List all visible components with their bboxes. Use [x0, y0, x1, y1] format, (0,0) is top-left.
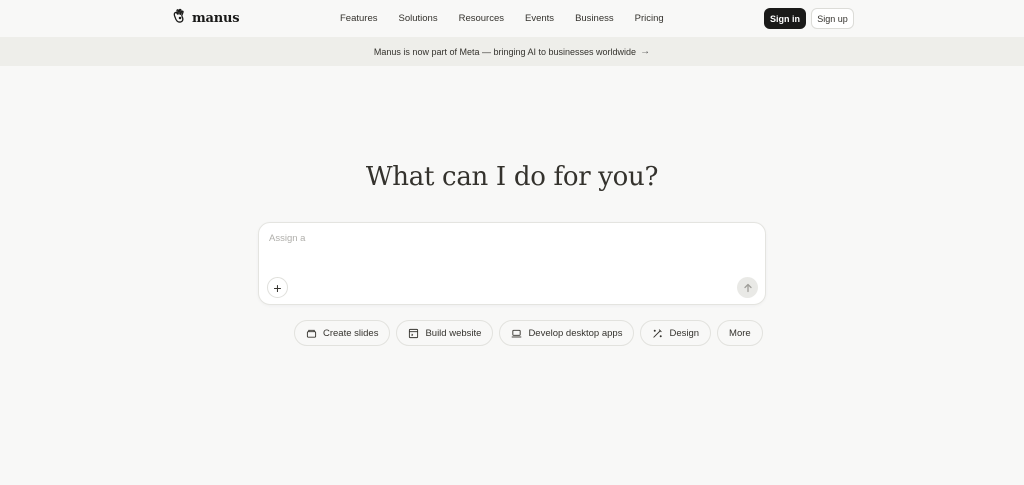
- chip-develop-desktop-apps[interactable]: Develop desktop apps: [499, 320, 635, 346]
- chip-design[interactable]: Design: [640, 320, 712, 346]
- send-button[interactable]: [737, 277, 758, 298]
- banner-text: Manus is now part of Meta — bringing AI …: [373, 46, 637, 57]
- chip-label: Develop desktop apps: [528, 327, 623, 339]
- sign-in-button[interactable]: Sign in: [764, 8, 806, 29]
- chip-label: Design: [669, 327, 700, 339]
- page-title: What can I do for you?: [365, 162, 659, 192]
- chip-more[interactable]: More: [717, 320, 763, 346]
- hand-icon: [171, 8, 187, 29]
- nav-link-business[interactable]: Business: [575, 13, 614, 24]
- suggestion-chips: Create slides Build website Develop desk…: [294, 320, 763, 346]
- nav-link-pricing[interactable]: Pricing: [635, 13, 664, 24]
- chip-label: Create slides: [323, 327, 379, 339]
- chip-build-website[interactable]: Build website: [396, 320, 494, 346]
- nav-link-features[interactable]: Features: [340, 13, 378, 24]
- composer: +: [258, 222, 766, 305]
- arrow-up-icon: [743, 283, 752, 292]
- nav-link-solutions[interactable]: Solutions: [399, 13, 438, 24]
- chip-create-slides[interactable]: Create slides: [294, 320, 391, 346]
- laptop-icon: [512, 329, 522, 337]
- top-nav: manus Features Solutions Resources Event…: [0, 0, 1024, 37]
- design-icon: [653, 328, 663, 338]
- slides-icon: [306, 329, 317, 338]
- nav-links: Features Solutions Resources Events Busi…: [340, 0, 685, 37]
- chip-label: Build website: [425, 327, 482, 339]
- task-input[interactable]: [269, 233, 729, 244]
- announcement-banner[interactable]: Manus is now part of Meta — bringing AI …: [0, 37, 1024, 66]
- sign-up-button[interactable]: Sign up: [811, 8, 854, 29]
- brand-logo[interactable]: manus: [171, 8, 240, 29]
- nav-link-events[interactable]: Events: [525, 13, 554, 24]
- chip-label: More: [729, 327, 751, 339]
- plus-icon: +: [273, 279, 282, 296]
- website-icon: [409, 328, 419, 338]
- nav-link-resources[interactable]: Resources: [459, 13, 504, 24]
- arrow-right-icon: →: [640, 46, 651, 57]
- add-attachment-button[interactable]: +: [267, 277, 288, 298]
- brand-name: manus: [192, 10, 240, 26]
